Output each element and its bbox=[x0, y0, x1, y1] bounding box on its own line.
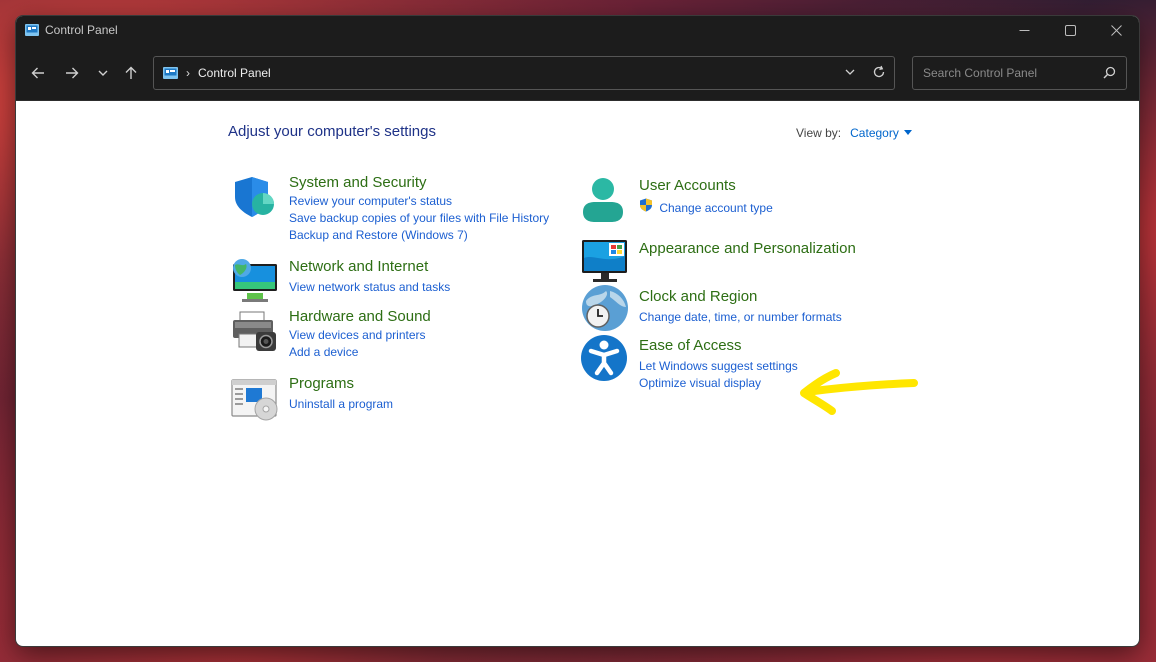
arrow-right-icon bbox=[66, 67, 79, 79]
view-by-control: View by: Category bbox=[796, 126, 912, 140]
up-button[interactable] bbox=[120, 62, 142, 84]
category-title[interactable]: System and Security bbox=[289, 173, 549, 193]
category-title[interactable]: User Accounts bbox=[639, 176, 773, 196]
maximize-button[interactable] bbox=[1047, 16, 1093, 44]
category-link[interactable]: Save backup copies of your files with Fi… bbox=[289, 210, 549, 227]
category-title[interactable]: Appearance and Personalization bbox=[639, 239, 856, 259]
search-input[interactable] bbox=[921, 65, 1095, 81]
control-panel-crumb-icon bbox=[163, 67, 178, 79]
category-title[interactable]: Hardware and Sound bbox=[289, 307, 431, 327]
close-icon bbox=[1110, 24, 1122, 36]
search-icon[interactable] bbox=[1103, 66, 1116, 79]
recent-locations-button[interactable] bbox=[92, 62, 114, 84]
programs-icon[interactable] bbox=[230, 374, 280, 422]
chevron-down-icon bbox=[98, 70, 108, 76]
breadcrumb-control-panel[interactable]: Control Panel bbox=[198, 66, 271, 80]
category-title[interactable]: Clock and Region bbox=[639, 287, 842, 307]
back-button[interactable] bbox=[27, 62, 49, 84]
accessibility-icon[interactable] bbox=[580, 334, 630, 382]
search-box[interactable] bbox=[912, 56, 1127, 90]
address-dropdown-icon[interactable] bbox=[844, 66, 856, 78]
monitor-icon[interactable] bbox=[580, 238, 630, 286]
category-link[interactable]: View network status and tasks bbox=[289, 279, 450, 296]
user-icon[interactable] bbox=[580, 176, 630, 224]
change-account-type-link[interactable]: Change account type bbox=[639, 198, 773, 217]
forward-button[interactable] bbox=[61, 62, 83, 84]
address-bar[interactable]: › Control Panel bbox=[153, 56, 895, 90]
window-controls bbox=[1001, 16, 1139, 44]
category-link[interactable]: Backup and Restore (Windows 7) bbox=[289, 227, 549, 244]
category-link[interactable]: Add a device bbox=[289, 344, 431, 361]
category-link[interactable]: Optimize visual display bbox=[639, 375, 798, 392]
view-by-dropdown[interactable]: Category bbox=[850, 126, 899, 140]
content-area: Adjust your computer's settings View by:… bbox=[16, 101, 1139, 646]
minimize-icon bbox=[1019, 29, 1029, 31]
shield-icon[interactable] bbox=[230, 173, 280, 221]
clock-globe-icon[interactable] bbox=[580, 285, 630, 333]
category-title[interactable]: Ease of Access bbox=[639, 336, 798, 356]
arrow-left-icon bbox=[800, 369, 918, 415]
category-title[interactable]: Network and Internet bbox=[289, 257, 450, 277]
category-link[interactable]: View devices and printers bbox=[289, 327, 431, 344]
control-panel-window: Control Panel › Control Panel Search Con… bbox=[16, 16, 1139, 646]
page-title: Adjust your computer's settings bbox=[228, 123, 436, 140]
caret-down-icon[interactable] bbox=[903, 130, 912, 135]
category-link[interactable]: Uninstall a program bbox=[289, 396, 393, 413]
category-link[interactable]: Change date, time, or number formats bbox=[639, 309, 842, 326]
arrow-left-icon bbox=[31, 67, 44, 79]
control-panel-app-icon bbox=[25, 24, 39, 36]
window-title: Control Panel bbox=[45, 23, 118, 37]
view-by-label: View by: bbox=[796, 126, 842, 140]
minimize-button[interactable] bbox=[1001, 16, 1047, 44]
category-link-label: Change account type bbox=[659, 201, 773, 215]
printer-icon[interactable] bbox=[230, 307, 280, 355]
navigation-bar: › Control Panel bbox=[16, 44, 1139, 101]
uac-shield-icon bbox=[640, 198, 652, 212]
network-icon[interactable] bbox=[230, 257, 280, 305]
close-button[interactable] bbox=[1093, 16, 1139, 44]
title-bar[interactable]: Control Panel bbox=[16, 16, 1139, 44]
arrow-up-icon bbox=[125, 66, 137, 79]
category-link[interactable]: Review your computer's status bbox=[289, 193, 549, 210]
category-title[interactable]: Programs bbox=[289, 374, 393, 394]
refresh-icon[interactable] bbox=[872, 65, 886, 79]
category-link[interactable]: Let Windows suggest settings bbox=[639, 358, 798, 375]
maximize-icon bbox=[1064, 24, 1076, 36]
breadcrumb-separator-icon: › bbox=[186, 66, 190, 80]
